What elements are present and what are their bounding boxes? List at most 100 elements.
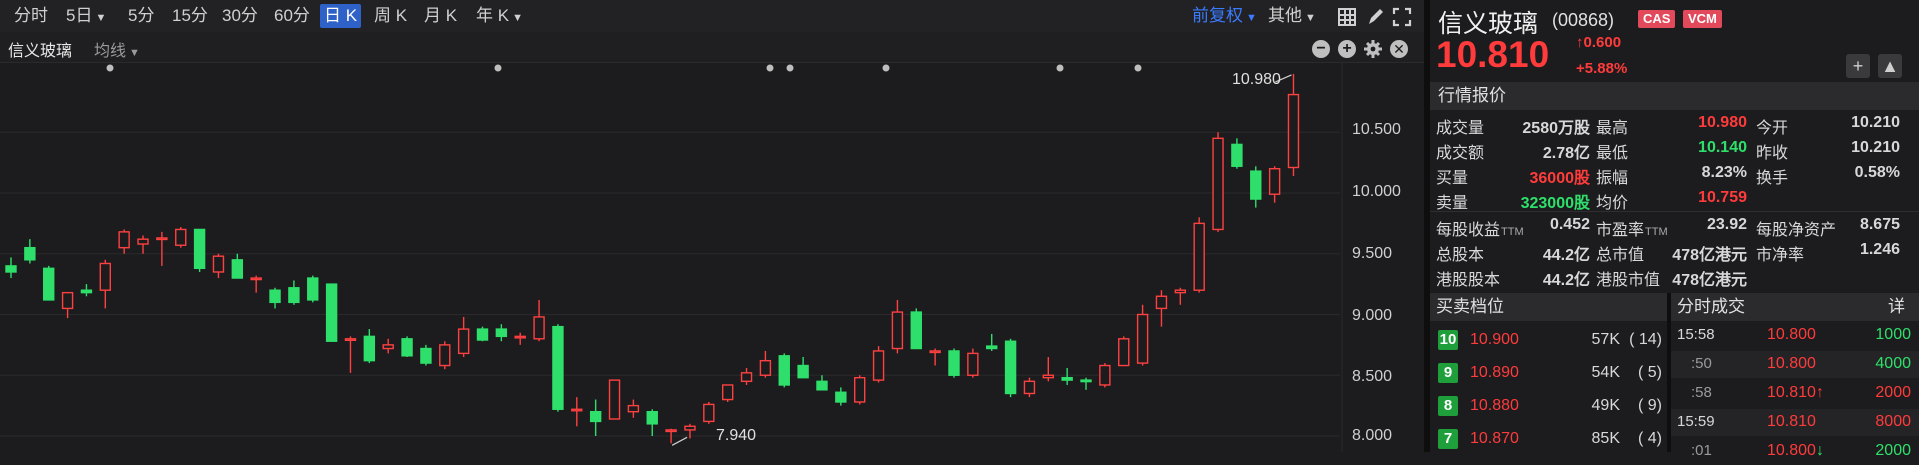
- tab-week-k[interactable]: 周 K: [370, 4, 411, 28]
- tick-price: 10.800↓: [1767, 442, 1824, 460]
- adjust-dropdown[interactable]: 前复权 ▼: [1192, 4, 1257, 28]
- candle-body: [1099, 364, 1111, 386]
- event-marker-dot: [786, 64, 794, 72]
- candle-body: [250, 277, 262, 281]
- y-tick-label: 8.000: [1352, 427, 1393, 444]
- chevron-down-icon: ▼: [1246, 12, 1257, 24]
- tab-5day[interactable]: 5日 ▼: [62, 4, 110, 28]
- candle-body: [1268, 167, 1281, 195]
- orderbook-row[interactable]: 8 10.880 49K ( 9): [1430, 392, 1667, 420]
- order-volume: 49K: [1591, 397, 1620, 414]
- tab-15min[interactable]: 15分: [168, 4, 212, 28]
- level-badge: 10: [1438, 330, 1458, 350]
- tab-day-k[interactable]: 日 K: [320, 4, 362, 28]
- orderbook-row[interactable]: 10 10.900 57K ( 14): [1430, 326, 1667, 354]
- candle-body: [457, 328, 470, 355]
- tick-price-value: 10.810: [1767, 384, 1816, 401]
- quote-field-value: 10.210: [1851, 114, 1900, 131]
- order-count: ( 5): [1638, 364, 1662, 381]
- candle-body: [797, 364, 809, 379]
- up-arrow-icon: ↑: [1576, 34, 1584, 51]
- fundamental-field-value: 44.2亿: [1542, 247, 1590, 264]
- y-tick-label: 8.500: [1352, 368, 1393, 385]
- orderbook-row[interactable]: 7 10.870 85K ( 4): [1430, 425, 1667, 453]
- candle-body: [1231, 143, 1243, 167]
- candle-body: [212, 255, 225, 273]
- order-volume: 54K: [1591, 364, 1620, 381]
- close-icon[interactable]: ✕: [1390, 40, 1408, 58]
- y-tick-label: 9.000: [1352, 307, 1393, 324]
- tab-60min[interactable]: 60分: [270, 4, 314, 28]
- grid-layout-icon[interactable]: [1338, 8, 1356, 26]
- candlestick-chart[interactable]: [0, 62, 1424, 452]
- order-price: 10.900: [1470, 331, 1519, 348]
- candle-body: [967, 352, 979, 376]
- tick-volume: 2000: [1875, 442, 1911, 459]
- tab-intraday[interactable]: 分时: [10, 4, 52, 28]
- candle-body: [740, 372, 753, 383]
- ma-dropdown[interactable]: 均线 ▼: [94, 37, 140, 61]
- candle-body: [759, 359, 772, 376]
- candle-body: [43, 267, 55, 301]
- candle-body: [1023, 380, 1036, 395]
- candle-body: [269, 289, 281, 304]
- fundamental-field-value: 478亿港元: [1672, 272, 1747, 289]
- zoom-out-icon[interactable]: −: [1312, 40, 1330, 58]
- orderbook-row[interactable]: 9 10.890 54K ( 5): [1430, 359, 1667, 387]
- down-arrow-icon: ↓: [1815, 442, 1824, 459]
- candle-body: [476, 328, 489, 341]
- market-quote-header: 行情报价: [1430, 82, 1919, 110]
- tab-year-k[interactable]: 年 K ▼: [472, 4, 527, 28]
- tick-price: 10.800: [1767, 326, 1816, 344]
- candle-body: [1061, 376, 1073, 381]
- candle-body: [1080, 379, 1092, 383]
- fullscreen-icon[interactable]: [1392, 7, 1412, 27]
- candle-body: [1287, 93, 1300, 169]
- tab-30min[interactable]: 30分: [218, 4, 262, 28]
- tick-price: 10.810: [1767, 413, 1816, 431]
- other-label: 其他: [1268, 6, 1302, 25]
- tab-5min[interactable]: 5分: [124, 4, 158, 28]
- settings-gear-icon[interactable]: [1364, 40, 1382, 58]
- candle-body: [1155, 295, 1168, 310]
- tick-row: :50 10.800 4000: [1671, 351, 1919, 378]
- candle-body: [684, 425, 696, 431]
- chart-subbar: 信义玻璃 均线 ▼: [0, 32, 1424, 63]
- candle-body: [193, 228, 206, 270]
- candle-body: [363, 335, 376, 362]
- other-dropdown[interactable]: 其他 ▼: [1268, 4, 1316, 28]
- candle-body: [872, 350, 885, 381]
- orderbook-header: 买卖档位: [1430, 293, 1667, 321]
- fundamental-field-value: 0.452: [1549, 216, 1590, 233]
- candle-body: [5, 265, 17, 273]
- fundamental-field-value: 1.246: [1859, 241, 1900, 258]
- pencil-draw-icon[interactable]: [1366, 7, 1384, 27]
- candle-body: [816, 380, 828, 391]
- tick-time: :01: [1691, 442, 1712, 459]
- candle-body: [1193, 222, 1205, 291]
- stock-label: 信义玻璃: [8, 43, 73, 60]
- alert-bell-icon[interactable]: ▲: [1878, 54, 1902, 78]
- event-marker-dot: [1056, 64, 1064, 72]
- candle-body: [231, 259, 244, 279]
- low-marker-arrow: [671, 436, 688, 446]
- tick-time: 15:58: [1677, 326, 1715, 343]
- ma-label: 均线: [94, 43, 127, 60]
- price-change-value: 0.600: [1583, 34, 1622, 51]
- tab-month-k[interactable]: 月 K: [420, 4, 461, 28]
- candle-body: [118, 231, 130, 249]
- order-volume: 57K: [1591, 331, 1620, 348]
- candle-body: [552, 325, 564, 410]
- candle-body: [401, 338, 413, 357]
- tab-year-k-label: 年 K: [476, 6, 510, 25]
- zoom-in-icon[interactable]: +: [1338, 40, 1356, 58]
- add-watchlist-icon[interactable]: +: [1846, 54, 1870, 78]
- ticks-detail-link[interactable]: 详: [1888, 293, 1905, 321]
- event-marker-dot: [106, 64, 114, 72]
- tick-volume: 4000: [1875, 355, 1911, 372]
- candle-body: [1250, 170, 1262, 200]
- candle-body: [608, 379, 621, 420]
- candle-body: [910, 311, 922, 350]
- tick-price: 10.810↑: [1767, 384, 1824, 402]
- order-count: ( 4): [1638, 430, 1662, 447]
